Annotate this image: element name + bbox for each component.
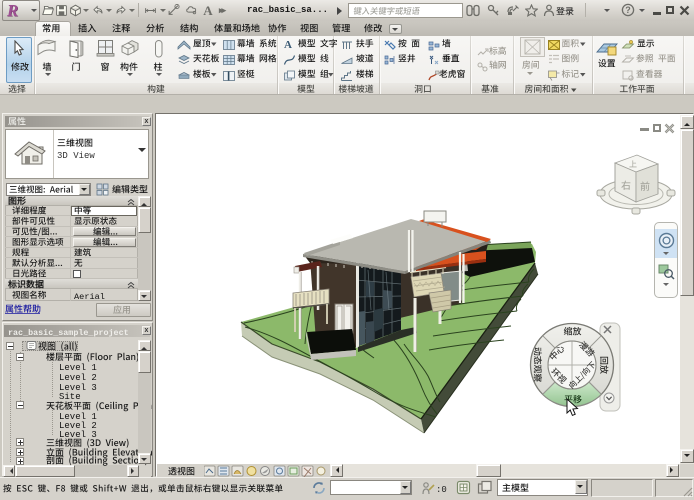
svg-text:?: ? — [625, 5, 631, 15]
